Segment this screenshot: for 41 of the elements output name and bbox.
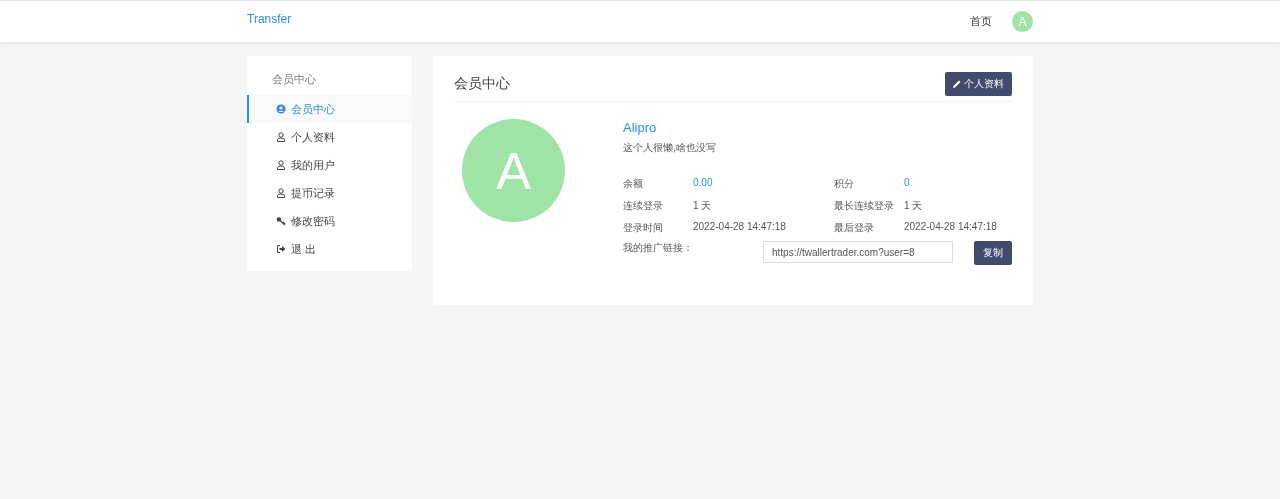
stat-value: 0.00 [693,177,714,190]
referral-label: 我的推广链接： [623,241,694,255]
sidebar-item[interactable]: 提币记录 [247,179,412,207]
pencil-icon [953,80,961,88]
copy-button[interactable]: 复制 [974,241,1012,265]
username: Alipro [623,120,658,135]
key-icon [276,216,286,226]
stat-value: 2022-04-28 14:47:18 [904,221,998,234]
stat-value: 1 天 [904,199,924,213]
nav-link[interactable]: 首页 [970,14,992,29]
stat-value: 1 天 [693,199,713,213]
stat-value: 0 [904,177,911,190]
user-icon [276,188,286,198]
sidebar-item[interactable]: 个人资料 [247,123,412,151]
user-icon [276,104,286,114]
referral-link-field[interactable]: https://twallertrader.com?user=8 [763,241,953,263]
edit-profile-button[interactable]: 个人资料 [945,72,1012,96]
profile-avatar: A [462,119,565,222]
sidebar-item-label: 提币记录 [291,185,335,201]
sidebar-item-label: 会员中心 [291,101,335,117]
sidebar-item-label: 修改密码 [291,213,335,229]
exit-icon [276,244,286,254]
stat-label: 积分 [834,177,855,191]
sidebar-item-label: 我的用户 [291,157,335,173]
stat-label: 登录时间 [623,221,664,235]
panel-title: 会员中心 [454,75,510,93]
brand-link[interactable]: Transfer [247,11,292,26]
stat-value: 2022-04-28 14:47:18 [693,221,787,234]
sidebar-item-label: 退 出 [291,241,317,257]
stat-label: 连续登录 [623,199,664,213]
stat-label: 余额 [623,177,644,191]
sidebar-item[interactable]: 我的用户 [247,151,412,179]
stat-label: 最后登录 [834,221,875,235]
stat-label: 最长连续登录 [834,199,895,213]
user-icon [276,160,286,170]
sidebar-item[interactable]: 退 出 [247,235,412,263]
user-icon [276,132,286,142]
sidebar-item-label: 个人资料 [291,129,335,145]
bio-text: 这个人很懒,啥也没写 [623,141,717,155]
sidebar-item[interactable]: 修改密码 [247,207,412,235]
sidebar-heading: 会员中心 [271,72,317,87]
